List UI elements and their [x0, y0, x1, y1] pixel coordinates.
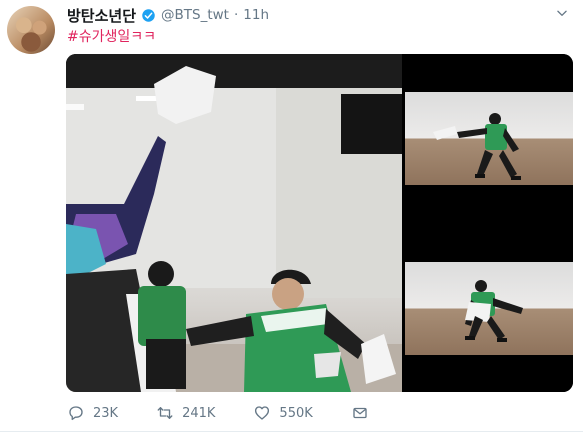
tweet-actions: 23K 241K 550K	[67, 401, 407, 425]
separator-dot: ·	[233, 7, 239, 23]
retweet-icon	[157, 407, 173, 419]
heart-icon	[255, 406, 270, 420]
verified-badge-icon	[142, 8, 155, 22]
dance-photo-illustration	[66, 54, 402, 392]
media-grid	[66, 54, 573, 392]
tweet-card[interactable]: 방탄소년단 @BTS_twt · 11h #슈가생일ㅋㅋ 23K 241K 55…	[0, 0, 583, 433]
reply-icon	[69, 406, 83, 421]
reply-count: 23K	[93, 405, 119, 421]
dancer-figure	[465, 280, 523, 342]
reply-button[interactable]: 23K	[67, 404, 118, 422]
divider	[0, 431, 583, 432]
dancer-figure	[433, 113, 521, 180]
media-photo-main[interactable]	[66, 54, 402, 392]
retweet-count: 241K	[182, 405, 216, 421]
tweet-timestamp[interactable]: 11h	[243, 7, 269, 23]
display-name[interactable]: 방탄소년단	[67, 5, 136, 26]
retweet-button[interactable]: 241K	[156, 404, 215, 422]
tweet-header: 방탄소년단 @BTS_twt · 11h	[67, 4, 269, 26]
direct-message-button[interactable]	[351, 404, 369, 422]
media-photo-top-right[interactable]	[405, 54, 573, 222]
media-photo-bottom-right[interactable]	[405, 224, 573, 392]
envelope-icon	[353, 407, 367, 419]
like-count: 550K	[279, 405, 313, 421]
profile-avatar[interactable]	[7, 6, 55, 54]
hashtag-link[interactable]: #슈가생일ㅋㅋ	[67, 26, 156, 46]
like-button[interactable]: 550K	[253, 404, 313, 422]
user-handle[interactable]: @BTS_twt	[161, 7, 229, 23]
chevron-down-icon[interactable]	[555, 6, 569, 20]
